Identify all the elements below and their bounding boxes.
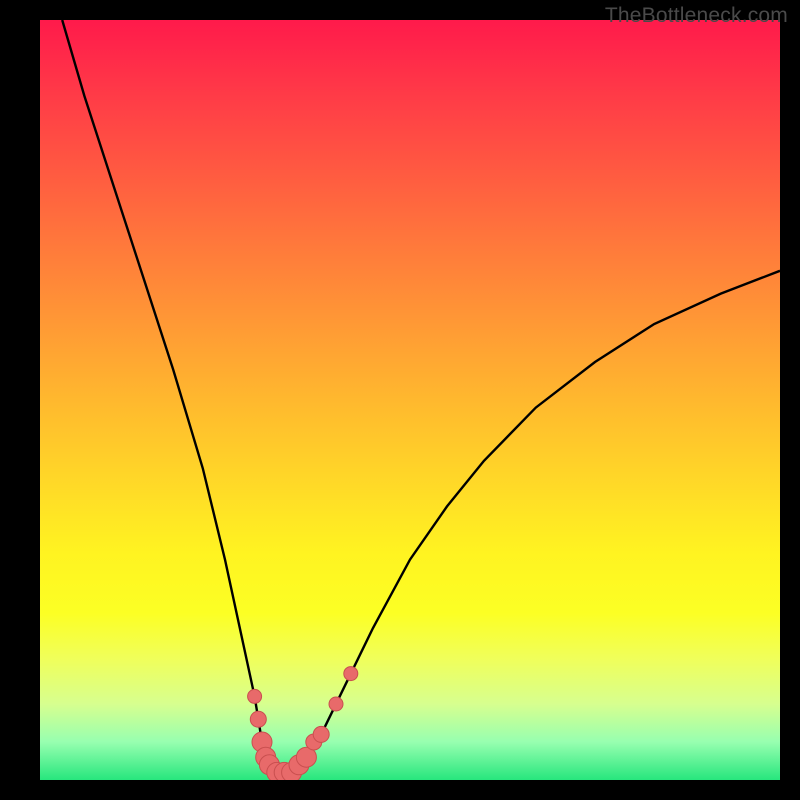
- valley-marker: [344, 667, 358, 681]
- valley-marker: [259, 755, 279, 775]
- valley-marker: [289, 755, 309, 775]
- watermark-text: TheBottleneck.com: [605, 4, 788, 28]
- chart-frame: TheBottleneck.com: [0, 0, 800, 800]
- valley-marker: [250, 711, 266, 727]
- valley-marker: [252, 732, 272, 752]
- valley-marker: [282, 762, 302, 780]
- plot-area: [40, 20, 780, 780]
- valley-marker: [267, 762, 287, 780]
- valley-marker: [306, 734, 322, 750]
- valley-marker: [248, 689, 262, 703]
- valley-marker: [256, 747, 276, 767]
- valley-marker: [274, 762, 294, 780]
- valley-marker: [296, 747, 316, 767]
- valley-markers: [40, 20, 780, 780]
- bottleneck-curve: [40, 20, 780, 780]
- valley-marker: [329, 697, 343, 711]
- valley-marker: [313, 726, 329, 742]
